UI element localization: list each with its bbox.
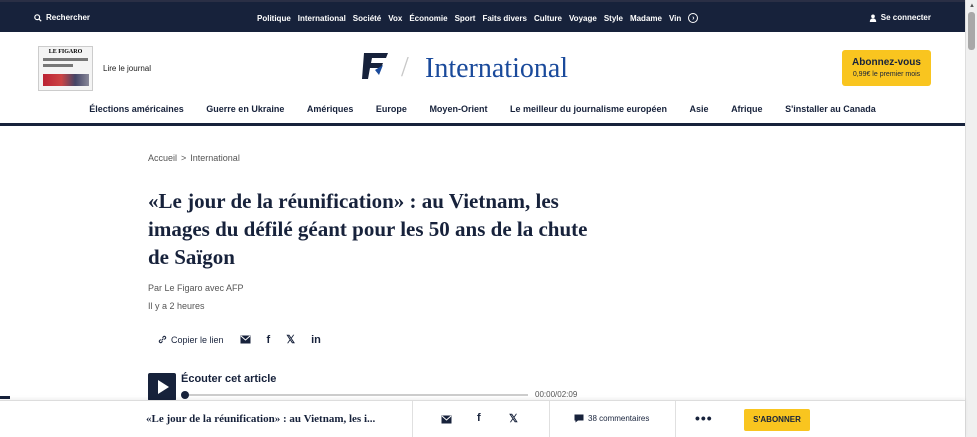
subnav-item-moyen-orient[interactable]: Moyen-Orient	[429, 104, 487, 114]
audio-progress-handle[interactable]	[181, 391, 189, 399]
audio-time: 00:00/02:09	[535, 390, 578, 399]
facebook-icon[interactable]: f	[267, 334, 271, 346]
nav-item-societe[interactable]: Société	[353, 14, 381, 23]
copy-link-button[interactable]: Copier le lien	[158, 335, 224, 345]
nav-item-vin[interactable]: Vin	[669, 14, 681, 23]
section-nav: Élections américaines Guerre en Ukraine …	[0, 104, 965, 114]
share-bar: Copier le lien f 𝕏 in	[158, 333, 321, 346]
scrollbar-thumb[interactable]	[968, 12, 975, 50]
section-title[interactable]: International	[425, 53, 568, 85]
breadcrumb: Accueil > International	[148, 153, 240, 163]
subnav-item-ameriques[interactable]: Amériques	[307, 104, 354, 114]
subscribe-label: Abonnez-vous	[852, 57, 921, 68]
top-bar: Rechercher Politique International Socié…	[0, 0, 977, 32]
divider	[412, 401, 413, 437]
header-divider	[0, 123, 965, 126]
search-icon	[34, 13, 42, 22]
audio-progress-bar[interactable]	[183, 394, 528, 396]
logo-divider: /	[401, 52, 409, 83]
search-label: Rechercher	[46, 13, 91, 22]
sticky-subscribe-button[interactable]: S'ABONNER	[744, 409, 810, 431]
newspaper-thumbnail[interactable]: LE FIGARO	[38, 46, 93, 91]
nav-item-voyage[interactable]: Voyage	[569, 14, 597, 23]
nav-item-madame[interactable]: Madame	[630, 14, 662, 23]
comments-button[interactable]: 38 commentaires	[574, 414, 649, 423]
article-timestamp: Il y a 2 heures	[148, 301, 205, 311]
user-icon	[869, 14, 876, 22]
link-icon	[158, 335, 167, 344]
nav-item-economie[interactable]: Économie	[409, 14, 447, 23]
divider	[675, 401, 676, 437]
article-headline: «Le jour de la réunification» : au Vietn…	[148, 189, 588, 269]
subnav-item-afrique[interactable]: Afrique	[731, 104, 763, 114]
linkedin-icon[interactable]: in	[311, 334, 321, 346]
nav-item-international[interactable]: International	[298, 14, 346, 23]
scroll-up-icon[interactable]: ▲	[969, 3, 975, 9]
nav-item-faits-divers[interactable]: Faits divers	[482, 14, 526, 23]
article-byline: Par Le Figaro avec AFP	[148, 283, 244, 293]
nav-item-politique[interactable]: Politique	[257, 14, 291, 23]
newspaper-title: LE FIGARO	[48, 49, 83, 55]
audio-play-button[interactable]	[148, 373, 176, 401]
breadcrumb-section[interactable]: International	[190, 153, 240, 163]
divider	[549, 401, 550, 437]
comments-count: 38 commentaires	[588, 414, 650, 423]
read-journal-link[interactable]: Lire le journal	[103, 64, 151, 73]
nav-item-vox[interactable]: Vox	[388, 14, 402, 23]
login-label: Se connecter	[880, 13, 931, 22]
nav-item-sport[interactable]: Sport	[455, 14, 476, 23]
subnav-item-elections[interactable]: Élections américaines	[89, 104, 184, 114]
nav-item-culture[interactable]: Culture	[534, 14, 562, 23]
nav-item-style[interactable]: Style	[604, 14, 623, 23]
subscribe-button[interactable]: Abonnez-vous 0,99€ le premier mois	[842, 50, 931, 86]
left-edge-marker	[0, 396, 10, 399]
subnav-item-asie[interactable]: Asie	[690, 104, 709, 114]
copy-link-label: Copier le lien	[171, 334, 224, 345]
comment-icon	[574, 414, 584, 423]
subscribe-offer: 0,99€ le premier mois	[852, 71, 921, 78]
x-twitter-icon[interactable]: 𝕏	[286, 333, 295, 346]
main-nav: Politique International Société Vox Écon…	[257, 13, 699, 23]
subnav-item-journalisme[interactable]: Le meilleur du journalisme européen	[510, 104, 667, 114]
sticky-title[interactable]: «Le jour de la réunification» : au Vietn…	[146, 413, 375, 425]
subnav-item-europe[interactable]: Europe	[376, 104, 407, 114]
newspaper-photo	[43, 74, 89, 86]
breadcrumb-separator: >	[181, 153, 187, 163]
x-twitter-icon[interactable]: 𝕏	[509, 412, 518, 425]
login-button[interactable]: Se connecter	[869, 13, 931, 22]
email-icon[interactable]	[441, 415, 452, 424]
page-scrollbar[interactable]: ▲	[965, 0, 977, 437]
sticky-article-bar: «Le jour de la réunification» : au Vietn…	[0, 400, 965, 437]
email-icon[interactable]	[240, 335, 251, 344]
more-nav-icon[interactable]: ›	[688, 13, 699, 23]
more-options-icon[interactable]: •••	[695, 410, 713, 426]
search-button[interactable]: Rechercher	[34, 13, 90, 22]
figaro-logo-icon[interactable]	[361, 51, 391, 81]
facebook-icon[interactable]: f	[477, 412, 481, 424]
newspaper-line	[43, 64, 73, 67]
newspaper-line	[43, 58, 88, 61]
breadcrumb-home[interactable]: Accueil	[148, 153, 177, 163]
subnav-item-ukraine[interactable]: Guerre en Ukraine	[206, 104, 284, 114]
subnav-item-canada[interactable]: S'installer au Canada	[785, 104, 876, 114]
audio-label: Écouter cet article	[181, 373, 277, 385]
